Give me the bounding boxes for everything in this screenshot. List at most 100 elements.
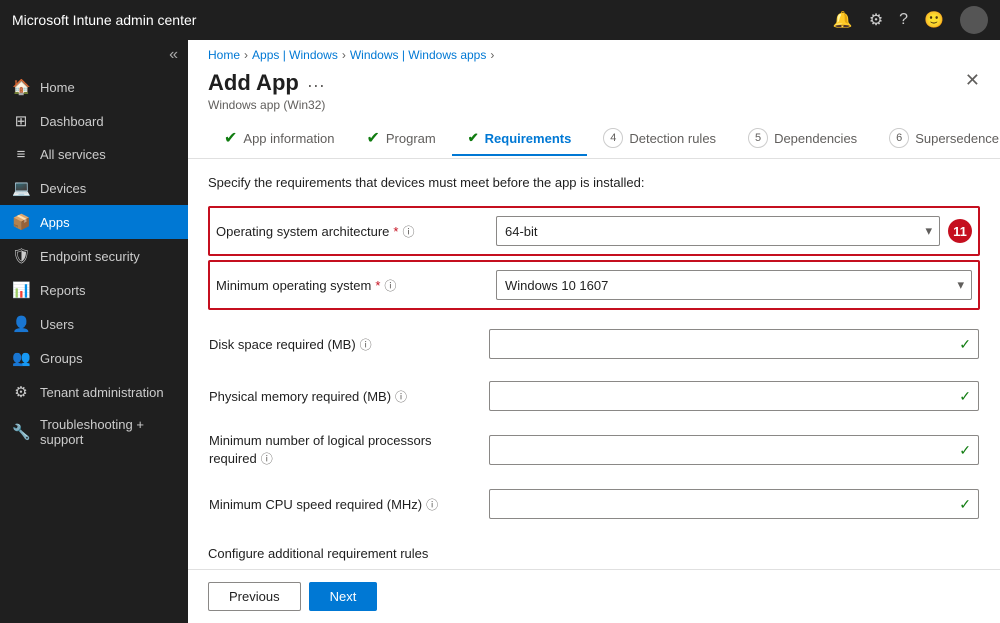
tab-app-information[interactable]: ✔ App information xyxy=(208,120,350,158)
form-area: Specify the requirements that devices mu… xyxy=(188,159,1000,569)
disk-space-info-icon[interactable]: ⓘ xyxy=(360,336,372,353)
topbar: Microsoft Intune admin center 🔔 ⚙ ? 🙂 xyxy=(0,0,1000,40)
home-icon: 🏠 xyxy=(12,78,30,96)
previous-button[interactable]: Previous xyxy=(208,582,301,611)
tab-label: Supersedence xyxy=(915,131,999,146)
sidebar-item-tenant-admin[interactable]: ⚙ Tenant administration xyxy=(0,375,188,409)
required-marker: * xyxy=(393,224,398,239)
physical-memory-textbox[interactable] xyxy=(489,381,979,411)
sidebar-item-troubleshooting[interactable]: 🔧 Troubleshooting + support xyxy=(0,409,188,455)
cpu-speed-textbox[interactable] xyxy=(489,489,979,519)
form-description: Specify the requirements that devices mu… xyxy=(208,175,980,190)
page-menu-icon[interactable]: ··· xyxy=(307,75,325,96)
sidebar-item-home[interactable]: 🏠 Home xyxy=(0,70,188,104)
sidebar-item-label: Home xyxy=(40,80,75,95)
tab-label: Program xyxy=(386,131,436,146)
logical-processors-label-required: required xyxy=(209,451,257,466)
sidebar-item-endpoint-security[interactable]: 🛡 Endpoint security xyxy=(0,239,188,273)
all-services-icon: ≡ xyxy=(12,146,30,163)
avatar[interactable] xyxy=(960,6,988,34)
apps-icon: 📦 xyxy=(12,213,30,231)
breadcrumb-home[interactable]: Home xyxy=(208,48,240,62)
logical-processors-input: ✓ xyxy=(489,435,979,465)
tab-num: 6 xyxy=(889,128,909,148)
tab-check-icon: ✔ xyxy=(468,130,479,146)
logical-processors-info-icon[interactable]: ⓘ xyxy=(261,450,273,467)
sidebar-item-label: Apps xyxy=(40,215,70,230)
tab-dependencies[interactable]: 5 Dependencies xyxy=(732,120,873,158)
page-header: Add App ··· Windows app (Win32) ✕ xyxy=(188,70,1000,120)
tab-supersedence[interactable]: 6 Supersedence xyxy=(873,120,1000,158)
disk-space-textbox[interactable] xyxy=(489,329,979,359)
tab-detection-rules[interactable]: 4 Detection rules xyxy=(587,120,732,158)
tab-label: Dependencies xyxy=(774,131,857,146)
physical-memory-info-icon[interactable]: ⓘ xyxy=(395,388,407,405)
logical-processors-field-row: Minimum number of logical processors req… xyxy=(208,422,980,478)
required-marker: * xyxy=(375,278,380,293)
cpu-speed-info-icon[interactable]: ⓘ xyxy=(426,496,438,513)
endpoint-security-icon: 🛡 xyxy=(12,247,30,265)
breadcrumb-apps-windows[interactable]: Apps | Windows xyxy=(252,48,338,62)
tab-num: 5 xyxy=(748,128,768,148)
sidebar-item-label: Groups xyxy=(40,351,83,366)
sidebar-item-label: Dashboard xyxy=(40,114,104,129)
sidebar-item-devices[interactable]: 💻 Devices xyxy=(0,171,188,205)
breadcrumb-windows-apps[interactable]: Windows | Windows apps xyxy=(350,48,487,62)
sidebar-item-groups[interactable]: 👥 Groups xyxy=(0,341,188,375)
physical-memory-check-icon: ✓ xyxy=(959,388,971,405)
os-arch-info-icon[interactable]: ⓘ xyxy=(402,223,414,240)
topbar-title: Microsoft Intune admin center xyxy=(12,12,833,28)
feedback-icon[interactable]: 🙂 xyxy=(924,10,944,30)
page-title: Add App xyxy=(208,70,299,96)
sidebar-item-label: Users xyxy=(40,317,74,332)
logical-processors-textbox[interactable] xyxy=(489,435,979,465)
sidebar-item-label: Reports xyxy=(40,283,86,298)
topbar-icons: 🔔 ⚙ ? 🙂 xyxy=(833,6,988,34)
tab-check-icon: ✔ xyxy=(366,128,379,148)
breadcrumb: Home › Apps | Windows › Windows | Window… xyxy=(188,40,1000,70)
min-os-select[interactable]: Windows 10 1607 Windows 10 1703 Windows … xyxy=(496,270,972,300)
os-arch-label: Operating system architecture * ⓘ xyxy=(216,223,496,240)
disk-space-label: Disk space required (MB) ⓘ xyxy=(209,336,489,353)
reports-icon: 📊 xyxy=(12,281,30,299)
min-os-label: Minimum operating system * ⓘ xyxy=(216,277,496,294)
additional-requirements-title: Configure additional requirement rules xyxy=(208,546,980,561)
tab-num: 4 xyxy=(603,128,623,148)
logical-processors-label: Minimum number of logical processors req… xyxy=(209,433,489,467)
users-icon: 👤 xyxy=(12,315,30,333)
logical-processors-label-text: Minimum number of logical processors xyxy=(209,433,432,448)
sidebar-item-label: Tenant administration xyxy=(40,385,164,400)
tab-requirements[interactable]: ✔ Requirements xyxy=(452,122,588,156)
sidebar-item-apps[interactable]: 📦 Apps xyxy=(0,205,188,239)
tab-program[interactable]: ✔ Program xyxy=(350,120,451,158)
sidebar-item-dashboard[interactable]: ⊞ Dashboard xyxy=(0,104,188,138)
logical-processors-check-icon: ✓ xyxy=(959,442,971,459)
os-arch-field-row: Operating system architecture * ⓘ 64-bit… xyxy=(208,206,980,256)
gear-icon[interactable]: ⚙ xyxy=(869,10,883,30)
sidebar-item-label: All services xyxy=(40,147,106,162)
os-arch-select[interactable]: 64-bit 32-bit 32-bit and 64-bit xyxy=(496,216,940,246)
sidebar-item-users[interactable]: 👤 Users xyxy=(0,307,188,341)
content-area: Home › Apps | Windows › Windows | Window… xyxy=(188,40,1000,623)
sidebar-item-label: Troubleshooting + support xyxy=(40,417,176,447)
breadcrumb-sep2: › xyxy=(342,48,346,62)
cpu-speed-label: Minimum CPU speed required (MHz) ⓘ xyxy=(209,496,489,513)
question-icon[interactable]: ? xyxy=(899,11,908,29)
sidebar-collapse-button[interactable]: « xyxy=(0,40,188,70)
dashboard-icon: ⊞ xyxy=(12,112,30,130)
step-badge-11: 11 xyxy=(948,219,972,243)
disk-space-field-row: Disk space required (MB) ⓘ ✓ xyxy=(208,318,980,370)
next-button[interactable]: Next xyxy=(309,582,378,611)
min-os-info-icon[interactable]: ⓘ xyxy=(384,277,396,294)
sidebar-item-reports[interactable]: 📊 Reports xyxy=(0,273,188,307)
sidebar-item-all-services[interactable]: ≡ All services xyxy=(0,138,188,171)
page-subtitle: Windows app (Win32) xyxy=(208,98,325,112)
physical-memory-label: Physical memory required (MB) ⓘ xyxy=(209,388,489,405)
breadcrumb-sep3: › xyxy=(490,48,494,62)
sidebar-item-label: Endpoint security xyxy=(40,249,140,264)
bell-icon[interactable]: 🔔 xyxy=(833,10,853,30)
page-header-text: Add App ··· Windows app (Win32) xyxy=(208,70,325,112)
close-button[interactable]: ✕ xyxy=(965,70,980,91)
tab-label: Requirements xyxy=(485,131,572,146)
sidebar: « 🏠 Home ⊞ Dashboard ≡ All services 💻 De… xyxy=(0,40,188,623)
